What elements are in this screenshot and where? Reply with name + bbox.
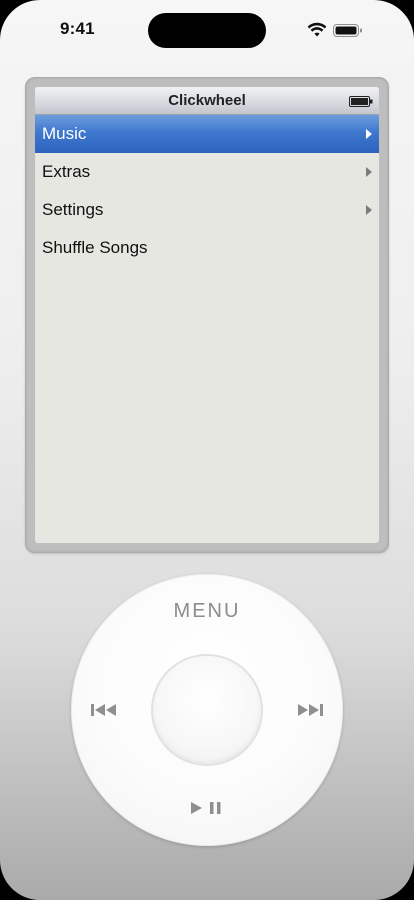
center-select-button[interactable] [153, 656, 261, 764]
battery-icon [349, 96, 373, 107]
menu-item-settings[interactable]: Settings [35, 191, 379, 229]
wifi-icon [307, 22, 327, 37]
ipod-screen: Clickwheel Music Extras Settings Shuffle [35, 87, 379, 543]
play-pause-icon[interactable] [190, 800, 224, 816]
dynamic-island [148, 13, 266, 48]
screen-title: Clickwheel [168, 92, 246, 109]
menu-item-label: Shuffle Songs [42, 238, 148, 257]
menu-item-label: Music [42, 124, 87, 143]
status-time: 9:41 [60, 19, 95, 38]
menu-button[interactable]: MENU [71, 600, 343, 623]
screen-titlebar: Clickwheel [35, 87, 379, 115]
menu-item-shuffle-songs[interactable]: Shuffle Songs [35, 229, 379, 267]
battery-icon [333, 24, 362, 37]
chevron-right-icon [366, 167, 372, 177]
menu-item-label: Extras [42, 162, 91, 181]
menu-item-extras[interactable]: Extras [35, 153, 379, 191]
menu-item-music[interactable]: Music [35, 115, 379, 153]
next-track-icon[interactable] [296, 702, 324, 718]
chevron-right-icon [366, 205, 372, 215]
menu-item-label: Settings [42, 200, 104, 219]
menu-list: Music Extras Settings Shuffle Songs [35, 115, 379, 267]
chevron-right-icon [366, 129, 372, 139]
status-bar: 9:41 [0, 0, 414, 60]
device-frame: 9:41 Clickwheel Music Extras Settings Sh… [0, 0, 414, 900]
previous-track-icon[interactable] [90, 702, 118, 718]
